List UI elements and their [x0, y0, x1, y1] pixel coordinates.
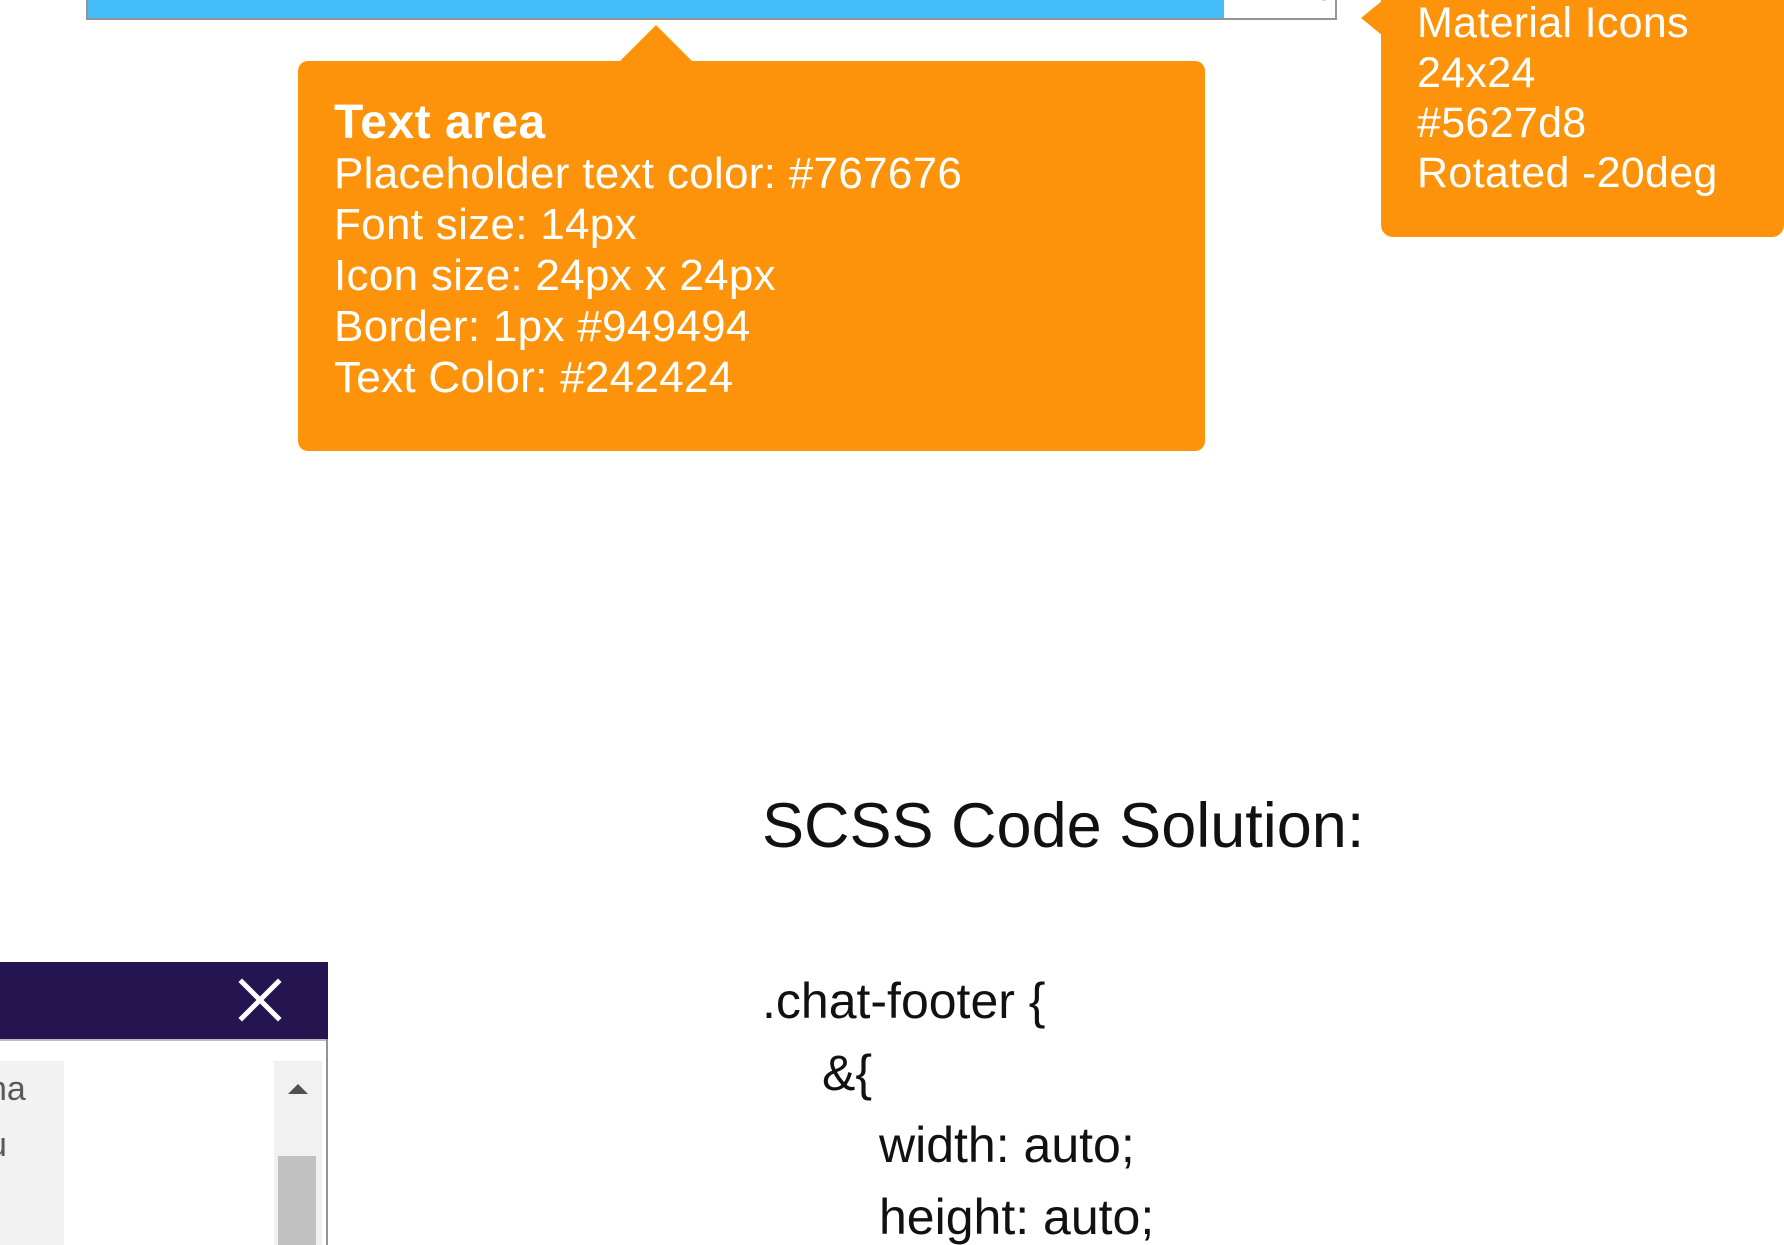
scrollbar[interactable] — [274, 1061, 322, 1245]
chat-window: na u — [0, 962, 328, 1245]
annotation-line: Material Icons — [1417, 0, 1689, 47]
icon-annotation: Material Icons 24x24 #5627d8 Rotated -20… — [1361, 0, 1784, 237]
code-line: &{ — [822, 1045, 873, 1101]
annotation-title: Text area — [334, 96, 546, 149]
scroll-thumb[interactable] — [278, 1156, 316, 1245]
close-button[interactable] — [234, 974, 286, 1026]
message-list: na u — [0, 1061, 64, 1245]
annotation-line: Font size: 14px — [334, 200, 637, 249]
annotation-line: #5627d8 — [1417, 99, 1587, 147]
text-area-highlight — [88, 0, 1224, 18]
annotation-line: Border: 1px #949494 — [334, 302, 751, 351]
code-line: width: auto; — [879, 1117, 1135, 1173]
list-item: u — [0, 1117, 64, 1173]
text-area[interactable] — [86, 0, 1344, 20]
annotation-line: Placeholder text color: #767676 — [334, 149, 963, 198]
code-line: .chat-footer { — [762, 973, 1046, 1029]
annotation-line: Icon size: 24px x 24px — [334, 251, 776, 300]
list-item: na — [0, 1070, 26, 1108]
code-block: .chat-footer { &{ width: auto; height: a… — [762, 965, 1154, 1245]
screenshot-canvas: Text area Placeholder text color: #76767… — [0, 0, 1784, 1245]
send-icon[interactable] — [1318, 0, 1344, 2]
arrow-up-icon[interactable] — [288, 1084, 308, 1094]
annotation-line: Rotated -20deg — [1417, 149, 1718, 197]
scss-heading: SCSS Code Solution: — [762, 791, 1365, 861]
close-icon — [238, 978, 282, 1022]
text-area-annotation: Text area Placeholder text color: #76767… — [298, 25, 1205, 451]
chat-header — [0, 962, 328, 1039]
annotation-line: Text Color: #242424 — [334, 353, 734, 402]
annotation-line: 24x24 — [1417, 49, 1536, 97]
code-line: height: auto; — [879, 1189, 1155, 1245]
chat-body: na u — [0, 1039, 326, 1245]
